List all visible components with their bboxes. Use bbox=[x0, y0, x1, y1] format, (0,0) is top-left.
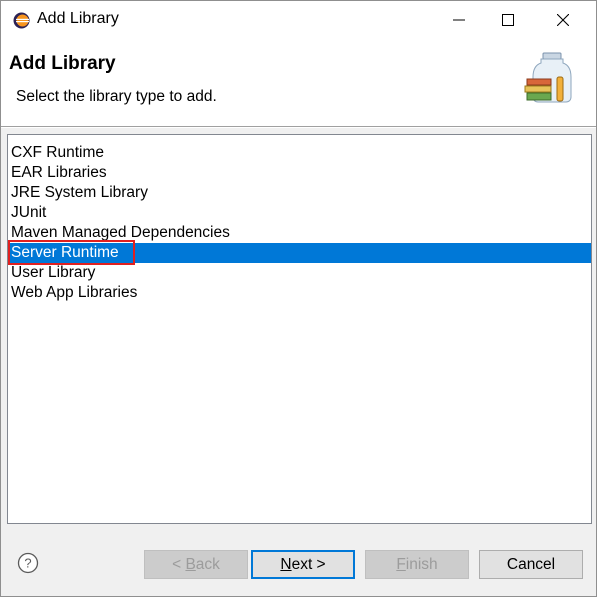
close-button[interactable] bbox=[541, 1, 585, 39]
next-button[interactable]: Next > bbox=[251, 550, 355, 579]
library-type-item[interactable]: EAR Libraries bbox=[8, 163, 591, 183]
back-button[interactable]: < Back bbox=[144, 550, 248, 579]
wizard-body: CXF Runtime EAR Libraries JRE System Libra… bbox=[1, 128, 596, 532]
minimize-button[interactable] bbox=[437, 1, 481, 39]
svg-text:?: ? bbox=[24, 556, 31, 571]
window-title: Add Library bbox=[37, 10, 119, 27]
title-bar: Add Library bbox=[1, 1, 596, 39]
maximize-button[interactable] bbox=[486, 1, 530, 39]
library-type-item[interactable]: JRE System Library bbox=[8, 183, 591, 203]
maximize-icon bbox=[502, 14, 514, 26]
button-bar: ? < Back Next > Finish Cancel bbox=[1, 532, 596, 596]
library-type-item[interactable]: User Library bbox=[8, 263, 591, 283]
library-type-list[interactable]: CXF Runtime EAR Libraries JRE System Libra… bbox=[7, 134, 592, 524]
cancel-button[interactable]: Cancel bbox=[479, 550, 583, 579]
page-title: Add Library bbox=[9, 53, 116, 74]
next-mnemonic: N bbox=[280, 555, 292, 573]
help-icon[interactable]: ? bbox=[17, 552, 39, 574]
add-library-dialog: Add Library Add Library Select the libra… bbox=[0, 0, 597, 597]
library-type-item[interactable]: Maven Managed Dependencies bbox=[8, 223, 591, 243]
library-type-item[interactable]: JUnit bbox=[8, 203, 591, 223]
finish-rest: inish bbox=[405, 555, 438, 573]
library-jar-icon bbox=[524, 52, 572, 103]
finish-mnemonic: F bbox=[396, 555, 406, 573]
eclipse-icon bbox=[13, 12, 30, 29]
close-icon bbox=[557, 14, 569, 26]
wizard-banner: Add Library Select the library type to a… bbox=[1, 39, 596, 127]
page-description: Select the library type to add. bbox=[16, 88, 217, 105]
back-prefix: < bbox=[172, 555, 186, 573]
minimize-icon bbox=[453, 19, 465, 21]
back-mnemonic: B bbox=[185, 555, 196, 573]
next-rest: ext > bbox=[291, 555, 326, 573]
finish-button[interactable]: Finish bbox=[365, 550, 469, 579]
library-type-item[interactable]: CXF Runtime bbox=[8, 143, 591, 163]
back-rest: ack bbox=[195, 555, 220, 573]
library-type-item[interactable]: Server Runtime bbox=[8, 243, 591, 263]
library-type-item[interactable]: Web App Libraries bbox=[8, 283, 591, 303]
